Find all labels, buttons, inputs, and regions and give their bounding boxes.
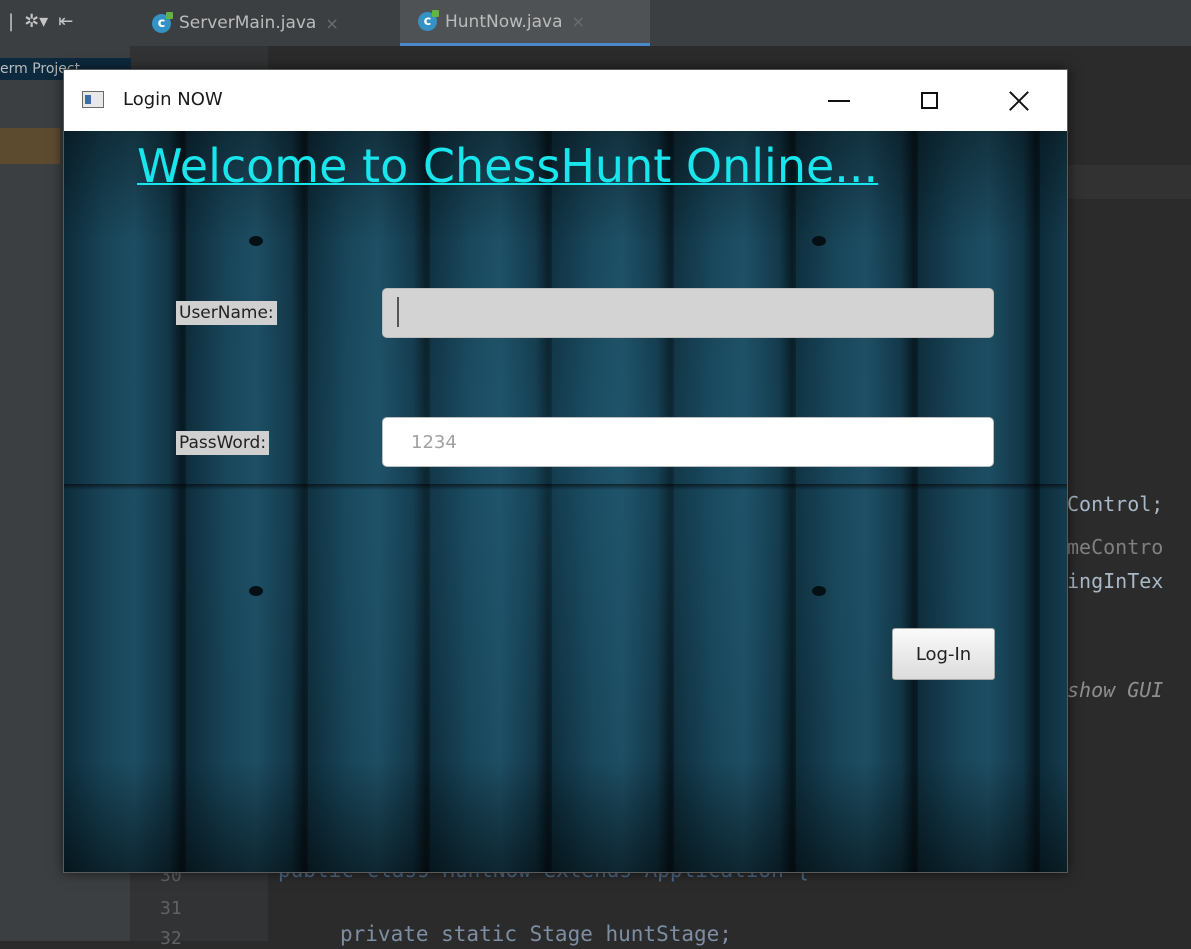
code-fragment: meContro [1067, 535, 1164, 559]
wood-knot [812, 586, 826, 596]
tab-label: HuntNow.java [445, 11, 563, 32]
app-window-icon [82, 91, 104, 108]
maximize-button[interactable] [889, 70, 969, 131]
wood-knot [812, 236, 826, 246]
tab-label: ServerMain.java [179, 13, 317, 33]
login-button[interactable]: Log-In [892, 628, 995, 680]
password-input[interactable] [382, 417, 994, 467]
minimize-icon [828, 99, 850, 102]
window-title: Login NOW [123, 89, 223, 110]
login-form-area: Welcome to ChessHunt Online... UserName:… [64, 131, 1067, 872]
divider-icon: | [8, 10, 15, 32]
tab-close-icon[interactable]: × [325, 14, 338, 33]
wood-seam [64, 484, 1067, 490]
code-line-32: private static Stage huntStage; [340, 922, 732, 946]
ide-tool-icons: | ✲▾ ⇤ [8, 6, 73, 36]
code-comment: show GUI [1067, 678, 1164, 702]
code-fragment: Control; [1067, 492, 1164, 516]
java-class-icon: c [418, 10, 439, 31]
login-window: Login NOW Welcome to ChessHunt Online...… [63, 69, 1068, 873]
collapse-icon[interactable]: ⇤ [58, 11, 73, 32]
username-input[interactable] [382, 288, 994, 338]
close-icon [1008, 90, 1030, 112]
close-button[interactable] [979, 70, 1059, 131]
ide-toolbar: | ✲▾ ⇤ c ServerMain.java × c HuntNow.jav… [0, 0, 1191, 47]
window-titlebar[interactable]: Login NOW [64, 70, 1067, 131]
welcome-heading: Welcome to ChessHunt Online... [137, 139, 879, 193]
text-caret [397, 297, 399, 327]
wood-knot [249, 586, 263, 596]
code-fragment: ingInTex [1067, 569, 1164, 593]
username-label: UserName: [176, 301, 277, 325]
wood-background [64, 131, 1067, 872]
java-class-icon: c [152, 11, 173, 33]
line-number: 32 [160, 928, 182, 949]
maximize-icon [920, 92, 938, 109]
settings-gear-icon[interactable]: ✲▾ [24, 11, 48, 32]
project-highlight [0, 128, 60, 164]
tab-huntnow[interactable]: c HuntNow.java × [400, 0, 650, 46]
minimize-button[interactable] [799, 70, 879, 131]
line-number: 31 [160, 898, 182, 919]
wood-knot [249, 236, 263, 246]
tab-servermain[interactable]: c ServerMain.java × [138, 0, 402, 46]
tab-close-icon[interactable]: × [571, 12, 584, 31]
password-label: PassWord: [176, 431, 270, 455]
